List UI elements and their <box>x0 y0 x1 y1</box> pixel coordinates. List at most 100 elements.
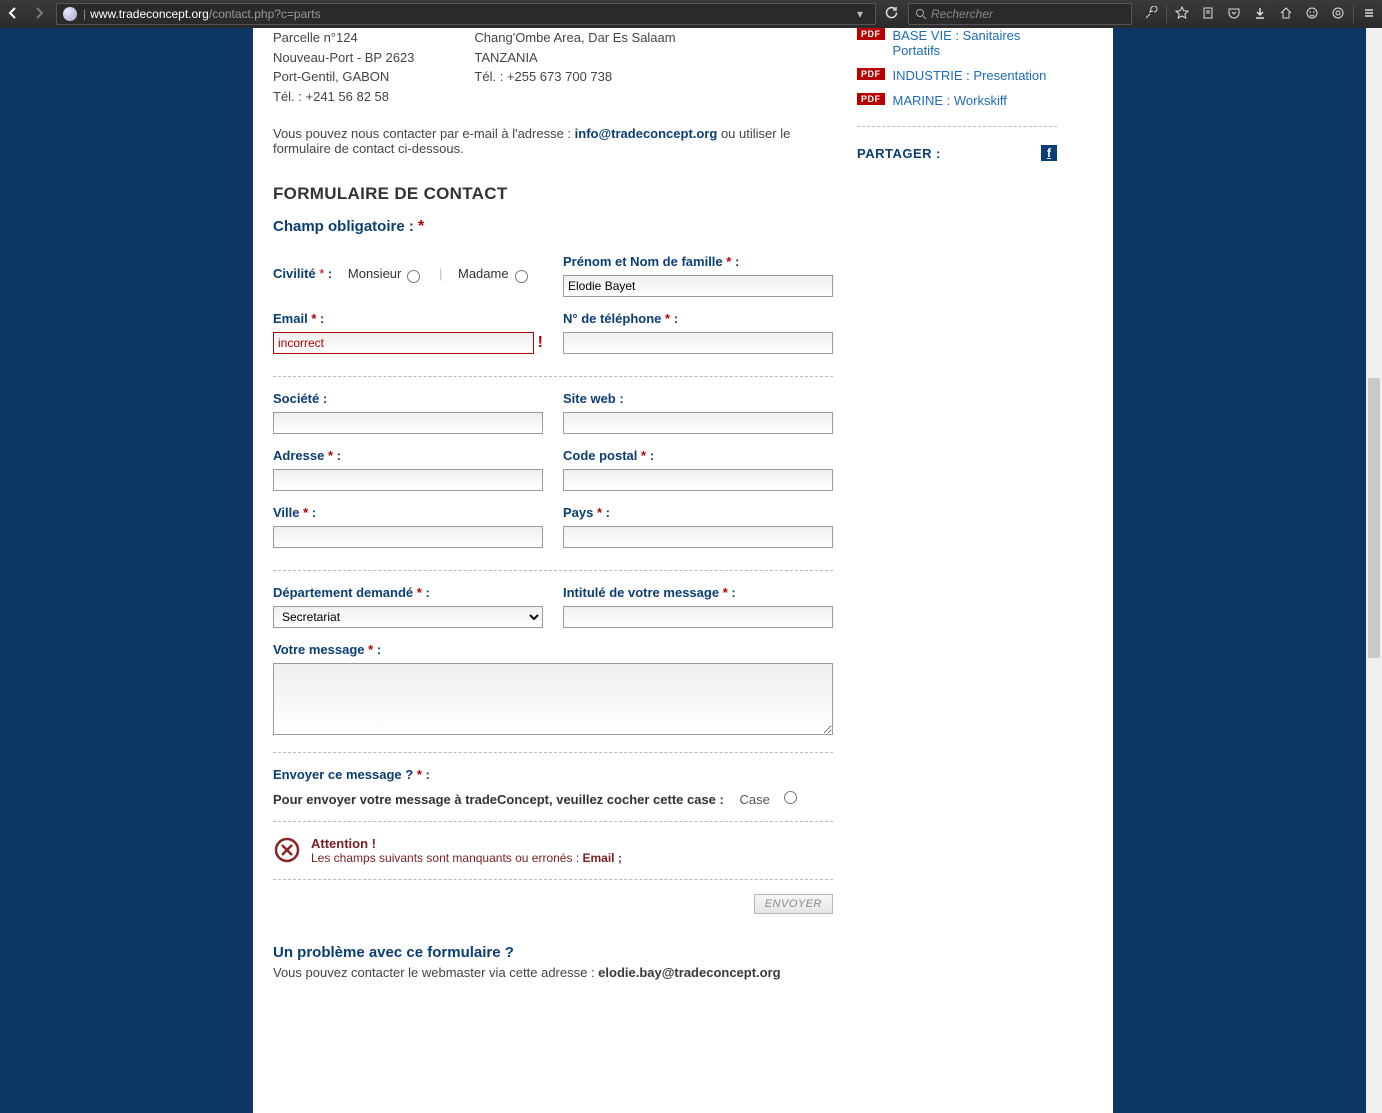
email-input[interactable] <box>273 332 534 354</box>
colon: : <box>670 311 678 326</box>
addr-line: Tél. : +255 673 700 738 <box>474 67 675 87</box>
civilite-label: Civilité <box>273 266 316 281</box>
alert-msg-pre: Les champs suivants sont manquants ou er… <box>311 851 582 865</box>
addr-line: Nouveau-Port - BP 2623 <box>273 48 414 68</box>
divider <box>273 821 833 822</box>
smiley-icon[interactable] <box>1299 6 1325 23</box>
pdf-link-row: PDF MARINE : Workskiff <box>857 93 1057 108</box>
colon: : <box>373 642 381 657</box>
address-block: Parcelle n°124 Nouveau-Port - BP 2623 Po… <box>273 28 833 106</box>
site-identity-icon <box>63 7 77 21</box>
pocket-icon[interactable] <box>1221 6 1247 23</box>
vertical-scrollbar[interactable] <box>1366 28 1382 1113</box>
required-label: Champ obligatoire : <box>273 218 418 235</box>
problem-pre: Vous pouvez contacter le webmaster via c… <box>273 965 598 980</box>
pdf-link-marine[interactable]: MARINE : Workskiff <box>893 93 1007 108</box>
contact-email-link[interactable]: info@tradeconcept.org <box>575 126 718 141</box>
prenom-field: Prénom et Nom de famille * : <box>563 254 833 297</box>
browser-toolbar: | www.tradeconcept.org/contact.php?c=par… <box>0 0 1382 29</box>
cp-input[interactable] <box>563 469 833 491</box>
bookmark-star-icon[interactable] <box>1169 6 1195 23</box>
prenom-input[interactable] <box>563 275 833 297</box>
cp-field: Code postal * : <box>563 448 833 491</box>
societe-input[interactable] <box>273 412 543 434</box>
home-icon[interactable] <box>1273 6 1299 23</box>
colon: : <box>324 266 332 281</box>
cp-label: Code postal <box>563 448 637 463</box>
tel-label: N° de téléphone <box>563 311 661 326</box>
error-circle-icon <box>273 836 301 864</box>
sujet-input[interactable] <box>563 606 833 628</box>
url-path: /contact.php?c=parts <box>209 7 321 21</box>
madame-option[interactable]: Madame <box>458 266 531 281</box>
address-tanzania: Chang'Ombe Area, Dar Es Salaam TANZANIA … <box>474 28 675 106</box>
devtools-icon[interactable] <box>1138 6 1164 23</box>
url-bar[interactable]: | www.tradeconcept.org/contact.php?c=par… <box>56 3 876 25</box>
reload-button[interactable] <box>880 6 902 23</box>
submit-button[interactable]: ENVOYER <box>754 894 833 914</box>
dept-field: Département demandé * : Secretariat <box>273 585 543 628</box>
addr-line: Chang'Ombe Area, Dar Es Salaam <box>474 28 675 48</box>
sujet-label: Intitulé de votre message <box>563 585 719 600</box>
dept-select[interactable]: Secretariat <box>273 606 543 628</box>
colon: : <box>422 585 430 600</box>
envoyer-hint: Pour envoyer votre message à tradeConcep… <box>273 792 724 807</box>
message-textarea[interactable] <box>273 663 833 735</box>
monsieur-option[interactable]: Monsieur <box>348 266 423 281</box>
hamburger-menu-icon[interactable] <box>1356 6 1382 23</box>
main-column: Parcelle n°124 Nouveau-Port - BP 2623 Po… <box>273 28 833 980</box>
colon: : <box>333 448 341 463</box>
addon-icon[interactable] <box>1325 6 1351 23</box>
alert-title: Attention ! <box>311 836 622 851</box>
dropdown-icon[interactable]: ▾ <box>857 7 863 21</box>
adresse-input[interactable] <box>273 469 543 491</box>
search-placeholder: Rechercher <box>931 7 993 21</box>
monsieur-label: Monsieur <box>348 266 401 281</box>
problem-text: Vous pouvez contacter le webmaster via c… <box>273 965 833 980</box>
divider <box>857 126 1057 127</box>
dept-label: Département demandé <box>273 585 413 600</box>
pdf-link-row: PDF BASE VIE : Sanitaires Portatifs <box>857 28 1057 58</box>
required-asterisk: * <box>418 218 424 235</box>
pays-field: Pays * : <box>563 505 833 548</box>
pdf-link-industrie[interactable]: INDUSTRIE : Presentation <box>893 68 1047 83</box>
problem-title: Un problème avec ce formulaire ? <box>273 944 833 961</box>
address-gabon: Parcelle n°124 Nouveau-Port - BP 2623 Po… <box>273 28 414 106</box>
site-input[interactable] <box>563 412 833 434</box>
colon: : <box>731 254 739 269</box>
bookmarks-list-icon[interactable] <box>1195 6 1221 23</box>
civilite-field: Civilité * : Monsieur | Madame <box>273 266 543 283</box>
pays-input[interactable] <box>563 526 833 548</box>
madame-label: Madame <box>458 266 509 281</box>
colon: : <box>728 585 736 600</box>
facebook-icon[interactable]: f <box>1041 145 1057 161</box>
email-field: Email * : ! <box>273 311 543 354</box>
downloads-icon[interactable] <box>1247 6 1273 23</box>
tel-input[interactable] <box>563 332 833 354</box>
email-label: Email <box>273 311 308 326</box>
madame-radio[interactable] <box>515 270 528 283</box>
monsieur-radio[interactable] <box>407 270 420 283</box>
back-button[interactable] <box>0 6 26 23</box>
addr-line: Port-Gentil, GABON <box>273 67 414 87</box>
site-label: Site web <box>563 391 616 406</box>
case-label: Case <box>739 792 769 807</box>
pdf-link-basevie[interactable]: BASE VIE : Sanitaires Portatifs <box>893 28 1058 58</box>
ville-input[interactable] <box>273 526 543 548</box>
addr-line: Parcelle n°124 <box>273 28 414 48</box>
forward-button <box>26 6 52 23</box>
divider <box>273 376 833 377</box>
scrollbar-thumb[interactable] <box>1368 378 1380 658</box>
divider <box>273 752 833 753</box>
form-title: FORMULAIRE DE CONTACT <box>273 184 833 204</box>
colon: : <box>646 448 654 463</box>
site-field: Site web : <box>563 391 833 434</box>
adresse-label: Adresse <box>273 448 324 463</box>
search-bar[interactable]: Rechercher <box>908 3 1132 25</box>
societe-field: Société : <box>273 391 543 434</box>
confirm-radio[interactable] <box>784 791 797 804</box>
error-alert: Attention ! Les champs suivants sont man… <box>273 836 833 865</box>
adresse-field: Adresse * : <box>273 448 543 491</box>
url-domain: www.tradeconcept.org <box>90 7 209 21</box>
share-label: PARTAGER : <box>857 146 941 161</box>
